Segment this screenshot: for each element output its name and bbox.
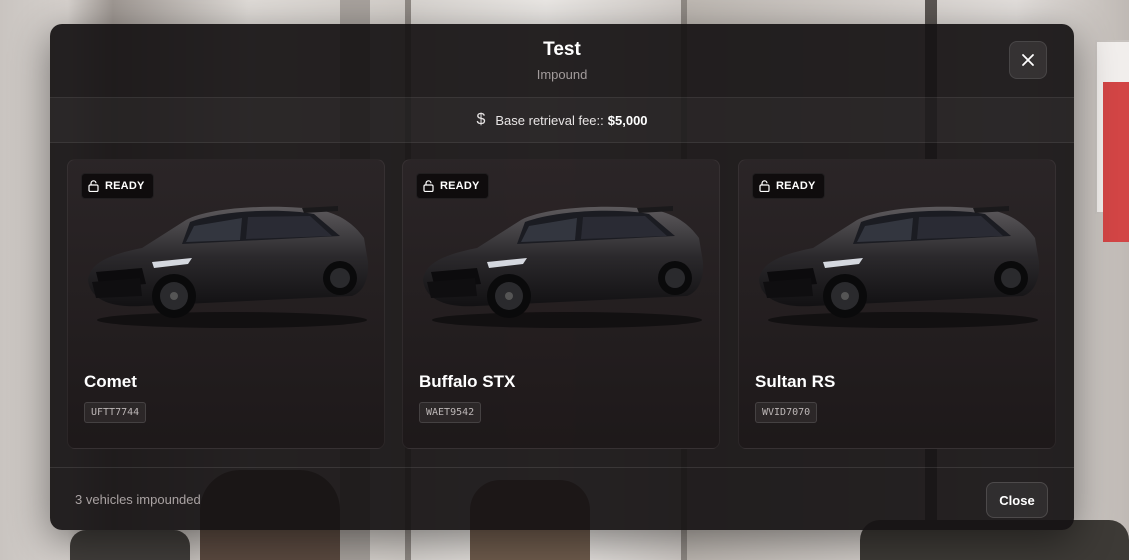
close-button[interactable]: Close [986,482,1048,518]
modal-footer: 3 vehicles impounded Close [50,467,1074,530]
vehicle-name: Sultan RS [755,372,836,391]
license-plate: WVID7070 [755,402,818,423]
close-icon-button[interactable] [1009,41,1047,79]
background-shrub [70,530,190,560]
retrieval-fee-bar: $ Base retrieval fee:: $5,000 [50,98,1074,143]
background-sign [1095,40,1129,242]
vehicle-list: READY Comet UFTT7744 READY Buffalo STX W… [67,159,1057,451]
vehicle-image [88,206,369,328]
fee-label: Base retrieval fee:: [495,112,604,128]
dollar-icon: $ [476,111,486,128]
vehicle-image [759,206,1040,328]
impound-modal: Test Impound $ Base retrieval fee:: $5,0… [50,24,1074,530]
lock-open-icon [423,180,434,192]
status-text: READY [776,180,816,192]
lock-open-icon [759,180,770,192]
license-plate: WAET9542 [419,402,482,423]
modal-title: Test [543,39,581,60]
vehicle-name: Comet [84,372,137,391]
vehicle-image [423,206,704,328]
vehicle-card[interactable]: READY [67,159,385,449]
modal-header: Test Impound [50,24,1074,98]
lock-open-icon [88,180,99,192]
impound-count: 3 vehicles impounded [75,492,201,507]
vehicle-card[interactable]: READY [738,159,1056,449]
fee-value: $5,000 [607,112,648,128]
vehicle-name: Buffalo STX [419,372,516,391]
license-plate: UFTT7744 [84,402,147,423]
modal-subtitle: Impound [536,67,588,82]
status-text: READY [440,180,480,192]
status-text: READY [105,180,145,192]
vehicle-card[interactable]: READY [402,159,720,449]
close-icon [1022,54,1034,66]
